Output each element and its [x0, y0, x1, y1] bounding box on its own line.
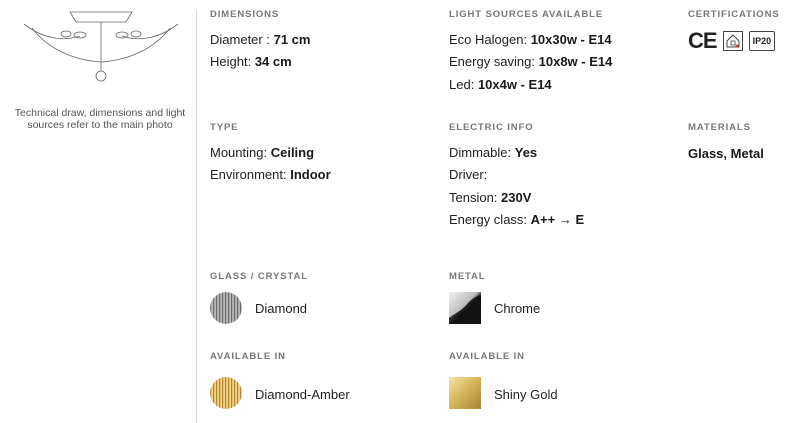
metal-available-title: AVAILABLE IN — [449, 351, 525, 362]
glass-available-swatch-label: Diamond-Amber — [255, 387, 350, 402]
mounting-row: Mounting: Ceiling — [210, 145, 314, 160]
shiny-gold-swatch[interactable] — [449, 377, 481, 409]
certifications-icons: CE IP20 — [688, 28, 776, 53]
metal-available-swatch-label: Shiny Gold — [494, 387, 558, 402]
light-source-value: 10x4w - E14 — [477, 77, 552, 92]
environment-label: Environment: — [210, 167, 287, 182]
light-source-row: Energy saving: 10x8w - E14 — [449, 54, 612, 69]
light-sources-title: LIGHT SOURCES AVAILABLE — [449, 9, 604, 20]
materials-title: MATERIALS — [688, 122, 751, 133]
environment-row: Environment: Indoor — [210, 167, 331, 182]
certifications-title: CERTIFICATIONS — [688, 9, 780, 20]
diameter-label: Diameter : — [210, 32, 270, 47]
materials-value: Glass, Metal — [688, 146, 764, 161]
driver-row: Driver: — [449, 167, 487, 182]
tension-row: Tension: 230V — [449, 190, 531, 205]
ce-mark-icon: CE — [688, 28, 718, 53]
environment-value: Indoor — [290, 167, 331, 182]
dimensions-title: DIMENSIONS — [210, 9, 280, 20]
mounting-value: Ceiling — [270, 145, 315, 160]
diameter-value: 71 cm — [273, 32, 311, 47]
ip20-icon: IP20 — [748, 31, 776, 51]
electric-info-title: ELECTRIC INFO — [449, 122, 534, 133]
height-value: 34 cm — [254, 54, 292, 69]
diamond-amber-swatch[interactable] — [210, 377, 242, 409]
glass-available-title: AVAILABLE IN — [210, 351, 286, 362]
materials-row: Glass, Metal — [688, 146, 764, 161]
light-source-row: Eco Halogen: 10x30w - E14 — [449, 32, 612, 47]
glass-swatch-label: Diamond — [255, 301, 308, 316]
light-source-value: 10x8w - E14 — [538, 54, 613, 69]
glass-crystal-title: GLASS / CRYSTAL — [210, 271, 308, 282]
height-row: Height: 34 cm — [210, 54, 292, 69]
diameter-row: Diameter : 71 cm — [210, 32, 310, 47]
chrome-swatch[interactable] — [449, 292, 481, 324]
dimmable-row: Dimmable: Yes — [449, 145, 537, 160]
tension-value: 230V — [501, 190, 532, 205]
driver-label: Driver: — [449, 167, 488, 182]
height-label: Height: — [210, 54, 252, 69]
vertical-divider — [196, 10, 197, 423]
dimmable-label: Dimmable: — [449, 145, 512, 160]
light-source-row: Led: 10x4w - E14 — [449, 77, 552, 92]
metal-title: METAL — [449, 271, 486, 282]
technical-draw-caption: Technical draw, dimensions and light sou… — [14, 107, 186, 131]
tension-label: Tension: — [449, 190, 498, 205]
light-source-label: Energy saving: — [449, 54, 535, 69]
dimmable-value: Yes — [514, 145, 538, 160]
energy-class-label: Energy class: — [449, 212, 528, 227]
indoor-house-icon — [722, 31, 743, 51]
light-source-value: 10x30w - E14 — [530, 32, 612, 47]
type-title: TYPE — [210, 122, 239, 133]
light-source-label: Eco Halogen: — [449, 32, 528, 47]
metal-swatch-label: Chrome — [494, 301, 541, 316]
chandelier-technical-drawing — [23, 11, 179, 82]
energy-class-row: Energy class: A++ → E — [449, 212, 584, 227]
diamond-crystal-swatch[interactable] — [210, 292, 242, 324]
left-panel: Technical draw, dimensions and light sou… — [0, 0, 196, 423]
energy-class-value: A++ → E — [530, 212, 585, 227]
mounting-label: Mounting: — [210, 145, 268, 160]
light-source-label: Led: — [449, 77, 475, 92]
